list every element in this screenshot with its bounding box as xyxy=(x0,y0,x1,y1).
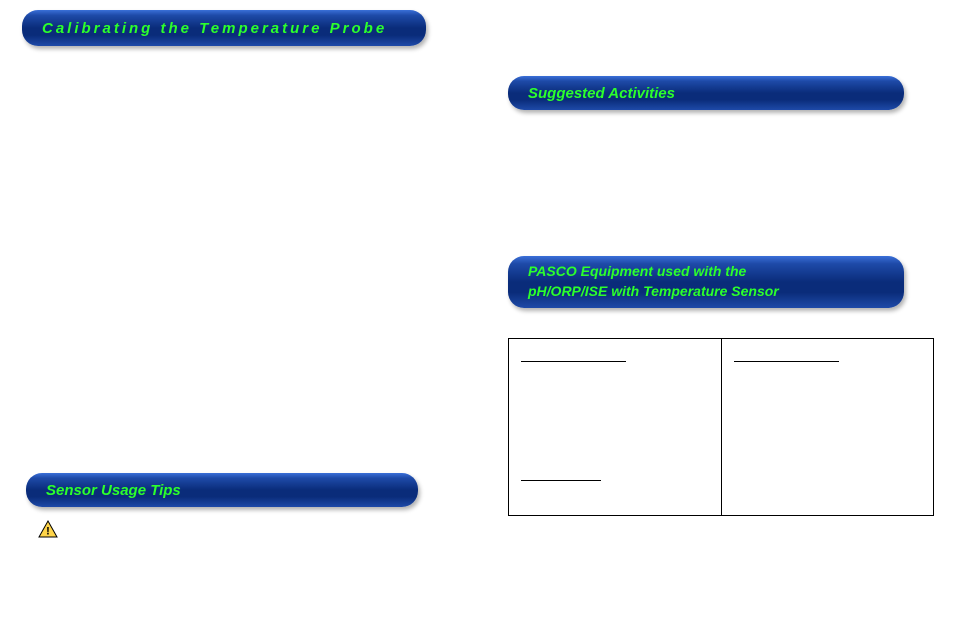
equipment-table xyxy=(508,338,934,516)
svg-text:!: ! xyxy=(46,526,50,538)
heading-suggested-activities: Suggested Activities xyxy=(508,76,904,110)
heading-text: Calibrating the Temperature Probe xyxy=(42,20,387,37)
table-column-left xyxy=(509,339,721,515)
heading-pasco-equipment: PASCO Equipment used with the pH/ORP/ISE… xyxy=(508,256,904,308)
heading-text: Suggested Activities xyxy=(528,85,675,102)
heading-sensor-usage-tips: Sensor Usage Tips xyxy=(26,473,418,507)
heading-calibrating-probe: Calibrating the Temperature Probe xyxy=(22,10,426,46)
table-right-header xyxy=(734,350,839,362)
heading-text: Sensor Usage Tips xyxy=(46,482,181,499)
heading-text-line1: PASCO Equipment used with the xyxy=(528,262,746,282)
table-left-header xyxy=(521,350,626,362)
table-left-subheader xyxy=(521,469,601,481)
caution-icon: ! xyxy=(38,520,58,538)
heading-text-line2: pH/ORP/ISE with Temperature Sensor xyxy=(528,282,779,302)
table-column-right xyxy=(721,339,934,515)
